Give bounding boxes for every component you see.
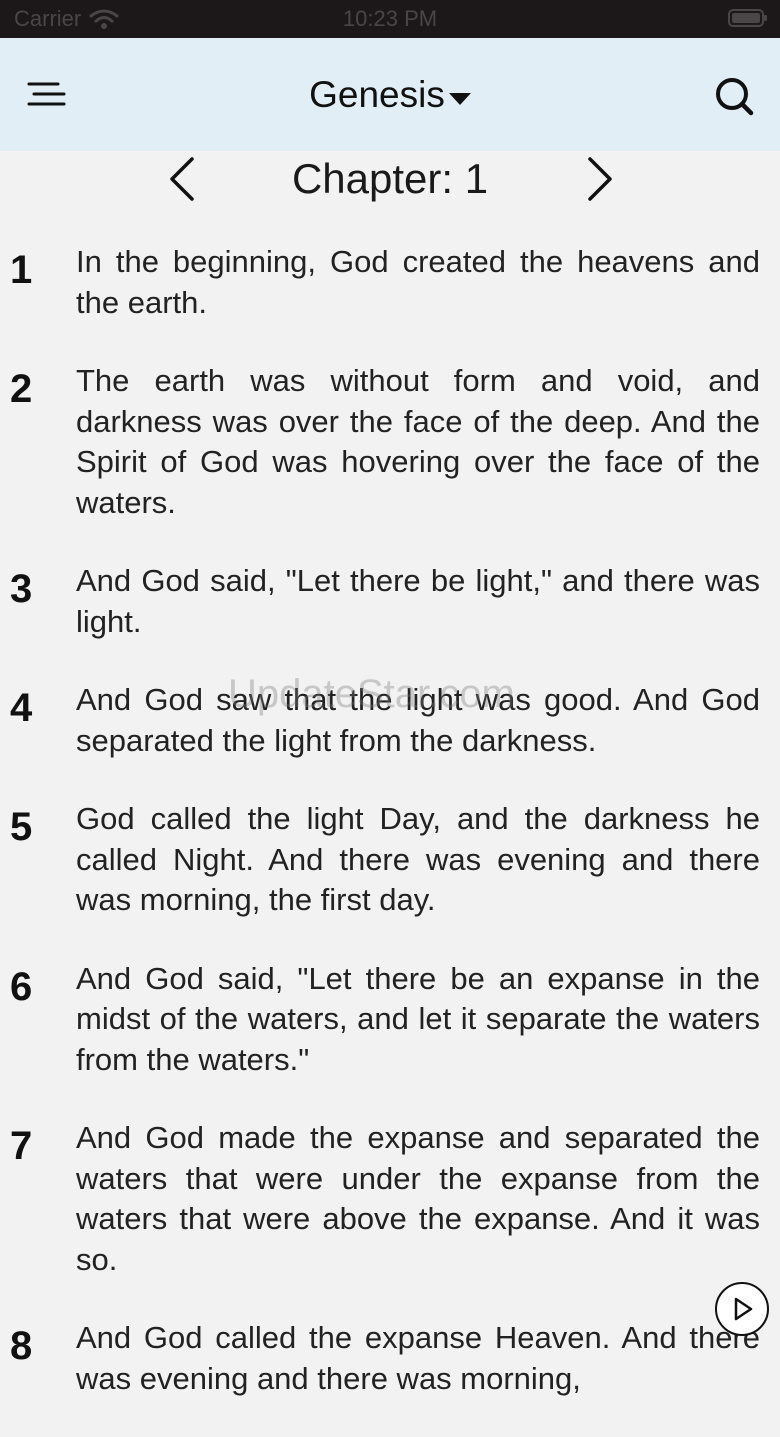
- verse-text: And God saw that the light was good. And…: [76, 682, 760, 758]
- verse-item[interactable]: 4 And God saw that the light was good. A…: [0, 680, 780, 761]
- book-title: Genesis: [309, 74, 445, 115]
- verse-text: In the beginning, God created the heaven…: [76, 244, 760, 320]
- verse-number: 5: [10, 805, 33, 849]
- verse-number: 8: [10, 1324, 33, 1368]
- search-button[interactable]: [712, 74, 756, 118]
- verse-item[interactable]: 2 The earth was without form and void, a…: [0, 361, 780, 523]
- verse-text: And God said, "Let there be light," and …: [76, 563, 760, 639]
- caret-down-icon: [448, 93, 471, 105]
- navigation-bar: Genesis: [0, 38, 780, 151]
- verse-number: 1: [10, 248, 33, 292]
- verse-text: The earth was without form and void, and…: [76, 363, 760, 520]
- verse-item[interactable]: 1 In the beginning, God created the heav…: [0, 242, 780, 323]
- play-audio-button[interactable]: [715, 1282, 769, 1336]
- verse-item[interactable]: 7 And God made the expanse and separated…: [0, 1118, 780, 1280]
- play-icon: [734, 1297, 753, 1321]
- verse-item[interactable]: 3 And God said, "Let there be light," an…: [0, 561, 780, 642]
- search-icon: [716, 78, 754, 116]
- status-bar: Carrier 10:23 PM: [0, 0, 780, 38]
- menu-lines-icon: [27, 82, 66, 106]
- verse-list: 1 In the beginning, God created the heav…: [0, 242, 780, 1437]
- battery-icon: [728, 9, 767, 27]
- verse-text: And God made the expanse and separated t…: [76, 1120, 760, 1277]
- verse-text: God called the light Day, and the darkne…: [76, 801, 760, 917]
- verse-number: 3: [10, 567, 33, 611]
- status-time: 10:23 PM: [342, 6, 438, 31]
- verse-number: 7: [10, 1124, 33, 1168]
- previous-chapter-button[interactable]: [160, 153, 204, 205]
- menu-button[interactable]: [24, 76, 70, 112]
- verse-number: 6: [10, 964, 33, 1009]
- chevron-left-icon: [170, 157, 194, 201]
- chevron-right-icon: [588, 157, 612, 201]
- verse-number: 2: [10, 367, 33, 411]
- verse-number: 4: [10, 686, 33, 730]
- chapter-title: Chapter: 1: [291, 155, 489, 202]
- verse-text: And God said, "Let there be an expanse i…: [76, 960, 760, 1077]
- verse-item[interactable]: 5 God called the light Day, and the dark…: [0, 799, 780, 921]
- verse-item[interactable]: 6 And God said, "Let there be an expanse…: [0, 959, 780, 1081]
- chapter-navigation: Chapter: 1: [0, 151, 780, 207]
- next-chapter-button[interactable]: [578, 153, 622, 205]
- book-selector-button[interactable]: Genesis: [260, 72, 520, 118]
